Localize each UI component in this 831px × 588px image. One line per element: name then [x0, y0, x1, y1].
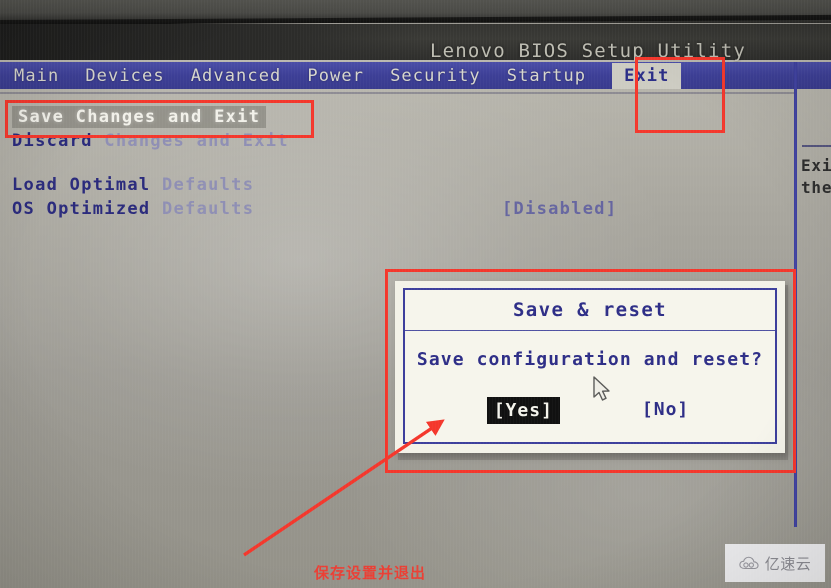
- menu-item-load-label-strong: Load Optimal: [12, 175, 151, 195]
- menu-item-osopt-label-rest: Defaults: [161, 199, 255, 219]
- menu-item-discard-label-rest: Changes and Exit: [104, 131, 289, 151]
- help-pane-rule: [802, 145, 831, 147]
- menu-tab-power[interactable]: Power: [307, 64, 378, 88]
- menu-tab-devices[interactable]: Devices: [85, 64, 178, 88]
- dialog-no-button[interactable]: [No]: [638, 397, 693, 424]
- mouse-cursor-icon: [593, 376, 610, 401]
- menu-item-os-optimized-defaults[interactable]: OS Optimized Defaults: [12, 199, 254, 219]
- dialog-button-row: [Yes] [No]: [405, 397, 775, 424]
- dialog-message: Save configuration and reset?: [416, 349, 764, 370]
- menubar: Main Devices Advanced Power Security Sta…: [0, 62, 831, 89]
- menu-item-save-changes-and-exit[interactable]: Save Changes and Exit: [12, 106, 267, 128]
- menu-tab-exit[interactable]: Exit: [612, 62, 682, 89]
- dialog-title: Save & reset: [405, 290, 775, 331]
- watermark-text: 亿速云: [764, 554, 812, 573]
- save-and-reset-dialog: Save & reset Save configuration and rese…: [395, 281, 785, 453]
- watermark: 亿速云: [725, 544, 825, 582]
- dialog-frame: Save & reset Save configuration and rese…: [403, 288, 777, 444]
- cloud-icon: [739, 556, 759, 570]
- bios-screen-photo: Lenovo BIOS Setup Utility Main Devices A…: [0, 0, 831, 588]
- help-pane-line-2: the: [801, 178, 831, 197]
- menu-tab-startup[interactable]: Startup: [507, 64, 600, 88]
- page-title: Lenovo BIOS Setup Utility: [430, 40, 746, 62]
- dialog-yes-button[interactable]: [Yes]: [486, 397, 560, 424]
- menu-item-load-label-rest: Defaults: [161, 175, 255, 195]
- menu-tab-advanced[interactable]: Advanced: [191, 64, 296, 88]
- help-pane-line-1: Exi: [801, 156, 831, 175]
- help-pane-divider: [794, 62, 797, 527]
- menu-tab-main[interactable]: Main: [14, 64, 73, 88]
- menu-item-discard-changes-and-exit[interactable]: Discard Changes and Exit: [12, 131, 289, 151]
- menubar-divider: [0, 92, 795, 94]
- menu-item-load-optimal-defaults[interactable]: Load Optimal Defaults: [12, 175, 254, 195]
- menu-item-osopt-label-strong: OS Optimized: [12, 199, 151, 219]
- os-optimized-defaults-value[interactable]: [Disabled]: [502, 199, 617, 219]
- menu-item-discard-label-strong: Discard: [12, 131, 93, 151]
- help-pane-text: Exi the: [801, 155, 831, 199]
- menu-tab-security[interactable]: Security: [390, 64, 495, 88]
- annotation-caption: 保存设置并退出: [314, 564, 427, 582]
